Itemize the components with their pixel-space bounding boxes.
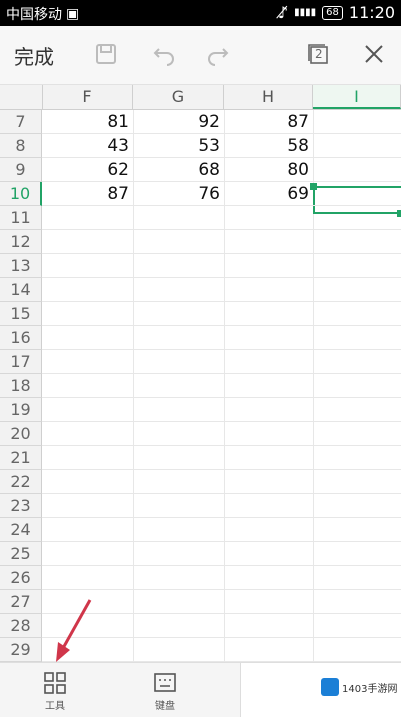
keyboard-label: 键盘: [155, 701, 175, 712]
grid-line: [42, 589, 401, 590]
cell-f8[interactable]: 43: [42, 134, 133, 158]
status-right: ♪̸ ▮▮▮▮ 68 11:20: [278, 3, 395, 22]
grid-line: [42, 469, 401, 470]
grid-line: [42, 517, 401, 518]
row-header-18[interactable]: 18: [0, 374, 42, 398]
row-header-15[interactable]: 15: [0, 302, 42, 326]
mute-icon: ♪̸: [277, 3, 289, 22]
corner-cell[interactable]: [0, 85, 43, 109]
cell-h10[interactable]: 69: [224, 182, 313, 206]
grid-line: [42, 133, 401, 134]
done-button[interactable]: 完成: [14, 41, 54, 70]
grid-line: [42, 181, 401, 182]
grid-line: [42, 277, 401, 278]
row-header-14[interactable]: 14: [0, 278, 42, 302]
grid-line: [42, 373, 401, 374]
grid-line: [42, 253, 401, 254]
grid-line: [42, 541, 401, 542]
watermark: 1403手游网: [321, 676, 397, 698]
row-header-22[interactable]: 22: [0, 470, 42, 494]
row-header-17[interactable]: 17: [0, 350, 42, 374]
status-left: 中国移动 ▣: [6, 4, 79, 24]
row-header-13[interactable]: 13: [0, 254, 42, 278]
selection-handle-bottom[interactable]: [397, 210, 401, 217]
cell-g9[interactable]: 68: [133, 158, 224, 182]
row-header-11[interactable]: 11: [0, 206, 42, 230]
row-header-29[interactable]: 29: [0, 638, 42, 662]
save-icon[interactable]: [92, 40, 120, 68]
image-notification-icon: ▣: [66, 6, 80, 22]
watermark-logo: [321, 678, 339, 696]
row-header-7[interactable]: 7: [0, 110, 42, 134]
editor-toolbar: 完成 2: [0, 26, 401, 85]
column-header-i[interactable]: I: [313, 85, 401, 109]
cell-h9[interactable]: 80: [224, 158, 313, 182]
row-header-25[interactable]: 25: [0, 542, 42, 566]
cell-grid[interactable]: 81 92 87 43 53 58 62 68 80 87 76 69: [42, 110, 401, 662]
row-header-28[interactable]: 28: [0, 614, 42, 638]
row-header-24[interactable]: 24: [0, 518, 42, 542]
selected-cell-i10[interactable]: [313, 186, 401, 214]
clock: 11:20: [348, 3, 395, 22]
grid-line: [42, 613, 401, 614]
close-icon[interactable]: [360, 40, 388, 68]
grid-line: [42, 157, 401, 158]
grid-line: [42, 493, 401, 494]
row-header-12[interactable]: 12: [0, 230, 42, 254]
grid-line: [42, 301, 401, 302]
row-header-27[interactable]: 27: [0, 590, 42, 614]
row-header-20[interactable]: 20: [0, 422, 42, 446]
keyboard-icon: [154, 673, 176, 692]
redo-icon[interactable]: [204, 40, 232, 68]
row-header-8[interactable]: 8: [0, 134, 42, 158]
grid-line: [42, 637, 401, 638]
grid-line: [42, 421, 401, 422]
row-header-26[interactable]: 26: [0, 566, 42, 590]
tools-label: 工具: [45, 701, 65, 712]
grid-line: [42, 565, 401, 566]
tools-button[interactable]: 工具: [0, 663, 110, 717]
cell-g7[interactable]: 92: [133, 110, 224, 134]
column-header: F G H I: [0, 85, 401, 110]
grid-tools-icon: [44, 672, 66, 694]
row-header-10[interactable]: 10: [0, 182, 42, 206]
grid-line: [42, 349, 401, 350]
column-header-g[interactable]: G: [133, 85, 224, 109]
cell-f9[interactable]: 62: [42, 158, 133, 182]
selection-handle-top[interactable]: [310, 183, 317, 190]
cell-g8[interactable]: 53: [133, 134, 224, 158]
battery-indicator: 68: [322, 5, 343, 20]
column-header-h[interactable]: H: [224, 85, 313, 109]
grid-line: [42, 229, 401, 230]
carrier-label: 中国移动: [6, 7, 62, 23]
signal-icon: ▮▮▮▮: [294, 7, 317, 18]
row-header-19[interactable]: 19: [0, 398, 42, 422]
keyboard-button[interactable]: 键盘: [110, 663, 220, 717]
row-header-21[interactable]: 21: [0, 446, 42, 470]
cell-h7[interactable]: 87: [224, 110, 313, 134]
cell-f10[interactable]: 87: [42, 182, 133, 206]
sheets-count: 2: [315, 47, 323, 61]
grid-line: [42, 445, 401, 446]
column-header-f[interactable]: F: [42, 85, 133, 109]
row-header-23[interactable]: 23: [0, 494, 42, 518]
row-header-9[interactable]: 9: [0, 158, 42, 182]
grid-line: [42, 397, 401, 398]
status-bar: 中国移动 ▣ ♪̸ ▮▮▮▮ 68 11:20: [0, 0, 401, 26]
undo-icon[interactable]: [150, 40, 178, 68]
spreadsheet[interactable]: F G H I 7 8 9 10 11 12 13 14 15 16 17 18 19 20 21 22 23 2…: [0, 85, 401, 662]
grid-line: [42, 325, 401, 326]
row-header-16[interactable]: 16: [0, 326, 42, 350]
cell-g10[interactable]: 76: [133, 182, 224, 206]
cell-f7[interactable]: 81: [42, 110, 133, 134]
grid-line: [42, 205, 401, 206]
cell-h8[interactable]: 58: [224, 134, 313, 158]
watermark-text: 1403手游网: [342, 683, 398, 695]
